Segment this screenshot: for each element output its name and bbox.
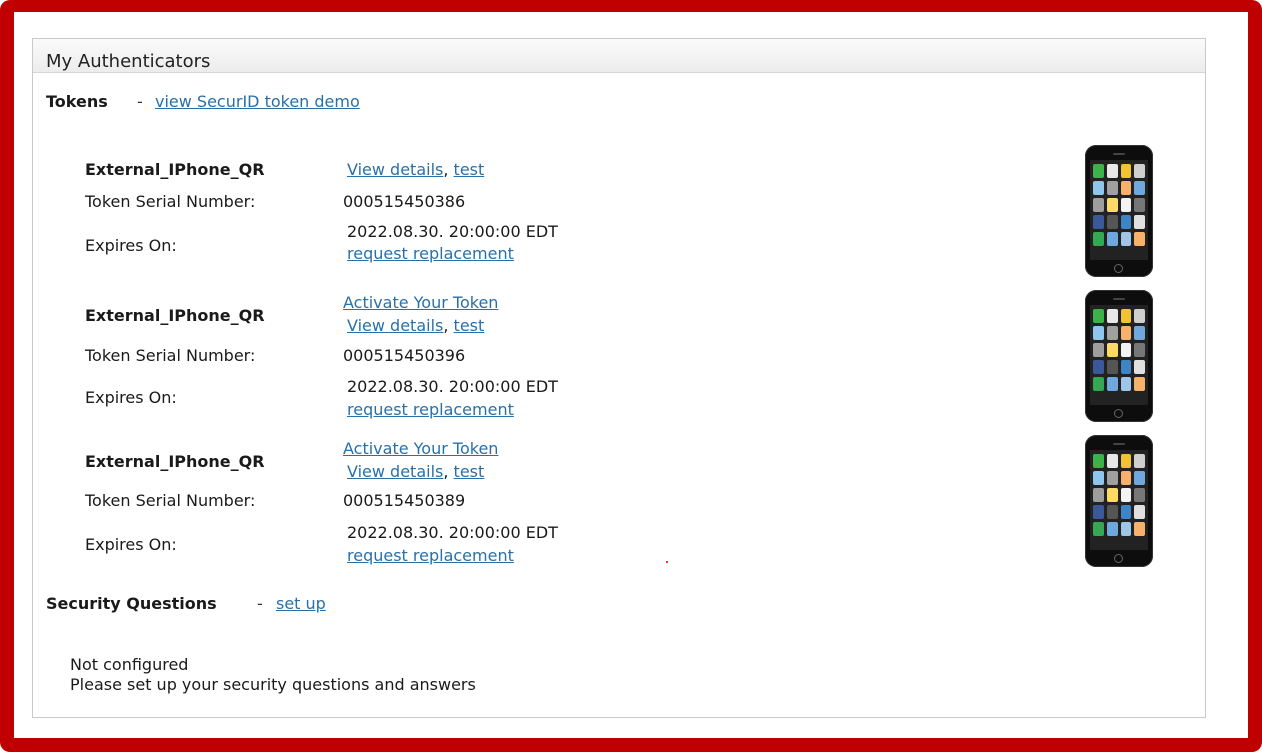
- token-2-comma: ,: [443, 316, 449, 335]
- token-1-comma: ,: [443, 160, 449, 179]
- token-1-serial-label: Token Serial Number:: [85, 192, 256, 211]
- token-3-serial-value: 000515450389: [343, 491, 466, 510]
- token-3-request-replacement-link[interactable]: request replacement: [347, 546, 514, 565]
- token-1-serial-value: 000515450386: [343, 192, 466, 211]
- security-message: Please set up your security questions an…: [70, 675, 476, 694]
- token-1-test-link[interactable]: test: [454, 160, 485, 179]
- stray-dot: [666, 561, 668, 563]
- panel-title: My Authenticators: [33, 39, 1205, 73]
- token-2-expires-value: 2022.08.30. 20:00:00 EDT: [347, 377, 558, 396]
- token-2-activate-link[interactable]: Activate Your Token: [343, 293, 498, 312]
- token-3-actions: View details, test: [347, 462, 484, 481]
- token-2-name: External_IPhone_QR: [85, 306, 265, 325]
- token-3-name: External_IPhone_QR: [85, 452, 265, 471]
- token-1-device-icon: [1085, 145, 1153, 277]
- token-2-test-link[interactable]: test: [454, 316, 485, 335]
- token-2-actions: View details, test: [347, 316, 484, 335]
- token-3-activate-link[interactable]: Activate Your Token: [343, 439, 498, 458]
- token-2-request-replacement-link[interactable]: request replacement: [347, 400, 514, 419]
- token-2-view-details-link[interactable]: View details: [347, 316, 443, 335]
- token-3-comma: ,: [443, 462, 449, 481]
- security-status: Not configured: [70, 655, 189, 674]
- token-1-request-replacement-link[interactable]: request replacement: [347, 244, 514, 263]
- token-1-actions: View details, test: [347, 160, 484, 179]
- token-1-expires-label: Expires On:: [85, 236, 177, 255]
- token-1-expires-value: 2022.08.30. 20:00:00 EDT: [347, 222, 558, 241]
- securid-demo-link[interactable]: view SecurID token demo: [155, 92, 360, 111]
- tokens-separator: -: [137, 92, 143, 111]
- token-3-test-link[interactable]: test: [454, 462, 485, 481]
- token-2-expires-label: Expires On:: [85, 388, 177, 407]
- token-3-expires-label: Expires On:: [85, 535, 177, 554]
- token-2-device-icon: [1085, 290, 1153, 422]
- token-1-view-details-link[interactable]: View details: [347, 160, 443, 179]
- security-separator: -: [257, 594, 263, 613]
- token-3-expires-value: 2022.08.30. 20:00:00 EDT: [347, 523, 558, 542]
- token-1-name: External_IPhone_QR: [85, 160, 265, 179]
- token-2-serial-value: 000515450396: [343, 346, 466, 365]
- security-setup-link[interactable]: set up: [276, 594, 326, 613]
- token-3-device-icon: [1085, 435, 1153, 567]
- security-questions-heading: Security Questions: [46, 594, 217, 613]
- token-3-view-details-link[interactable]: View details: [347, 462, 443, 481]
- tokens-heading: Tokens: [46, 92, 108, 111]
- token-2-serial-label: Token Serial Number:: [85, 346, 256, 365]
- token-3-serial-label: Token Serial Number:: [85, 491, 256, 510]
- authenticators-panel: My Authenticators: [32, 38, 1206, 718]
